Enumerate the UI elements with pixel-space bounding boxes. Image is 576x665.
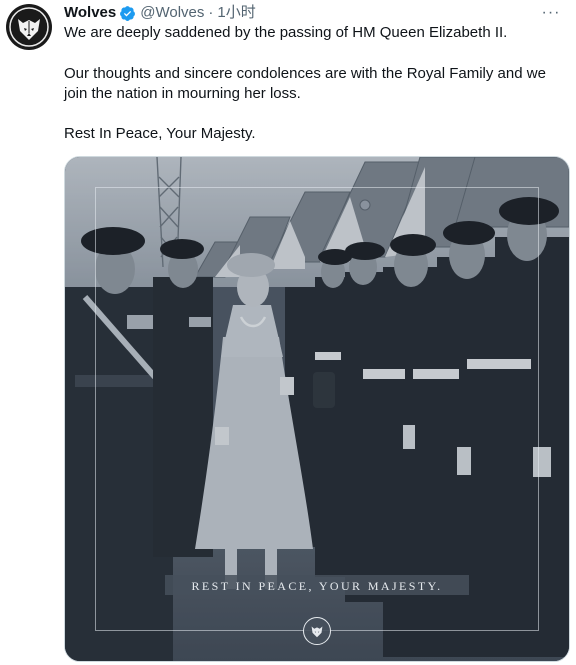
tweet-image[interactable]: REST IN PEACE, YOUR MAJESTY. [64,156,570,662]
wolf-head-icon [9,7,49,47]
separator-dot: · [208,4,214,21]
tweet[interactable]: Wolves @Wolves · 1小时 ··· We are deeply s… [0,0,576,665]
photo-frame [95,187,539,631]
timestamp[interactable]: 1小时 [217,3,255,23]
author-name[interactable]: Wolves [64,3,116,23]
more-options-icon[interactable]: ··· [538,1,564,25]
avatar[interactable] [6,4,52,50]
wolf-head-logo-icon [303,617,331,645]
image-caption: REST IN PEACE, YOUR MAJESTY. [191,579,443,593]
tweet-paragraph: Our thoughts and sincere condolences are… [64,65,546,102]
tweet-paragraph: Rest In Peace, Your Majesty. [64,125,256,142]
author-handle[interactable]: @Wolves [140,3,204,23]
tweet-paragraph: We are deeply saddened by the passing of… [64,24,508,41]
tweet-header: Wolves @Wolves · 1小时 ··· [64,3,564,23]
verified-badge-icon [119,5,136,22]
